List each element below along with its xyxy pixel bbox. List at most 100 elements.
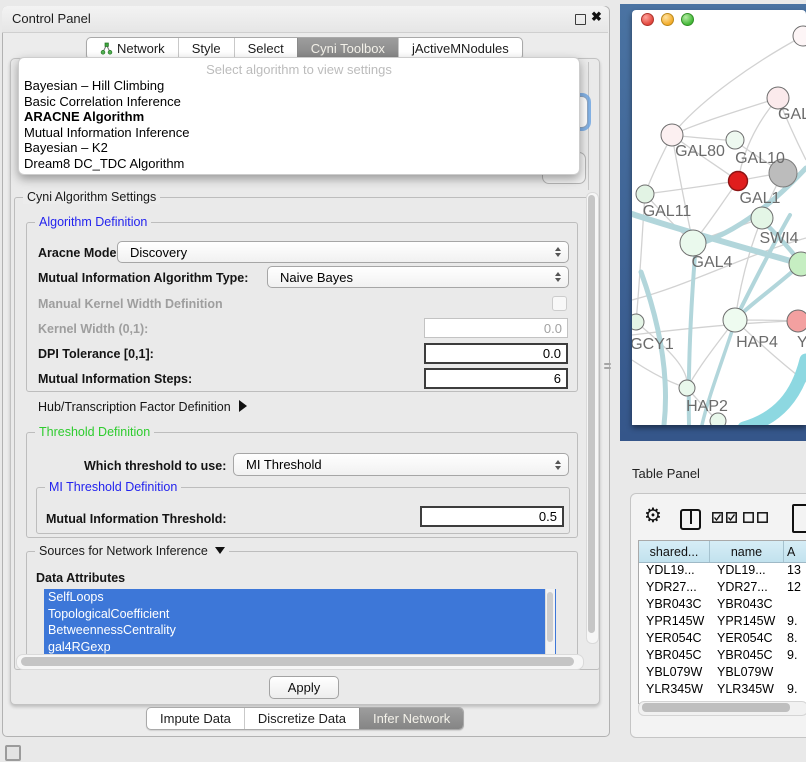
- mi-threshold-field[interactable]: 0.5: [420, 506, 564, 527]
- tab-label: jActiveMNodules: [412, 41, 509, 56]
- sources-group-title[interactable]: Sources for Network Inference: [35, 544, 229, 558]
- table-cell: YDR27...: [639, 580, 710, 597]
- tab-label: Cyni Toolbox: [311, 41, 385, 56]
- network-node: [793, 26, 806, 46]
- mi-type-label: Mutual Information Algorithm Type:: [38, 271, 248, 285]
- network-canvas[interactable]: GAL GAL80 GAL10 GAL1 GAL11 GAL4 SWI4 GCY…: [632, 10, 806, 425]
- deselect-all-columns-icon[interactable]: [743, 512, 768, 523]
- select-all-columns-icon[interactable]: [712, 512, 737, 523]
- table-cell: [784, 665, 806, 682]
- manual-kernel-checkbox[interactable]: [552, 296, 567, 311]
- mi-threshold-label: Mutual Information Threshold:: [46, 512, 227, 526]
- tab-style[interactable]: Style: [178, 38, 234, 59]
- gear-icon[interactable]: ⚙: [644, 505, 662, 527]
- table-cell: YBL079W: [710, 665, 784, 682]
- column-browser-icon[interactable]: [680, 509, 701, 530]
- tab-infer-network[interactable]: Infer Network: [359, 708, 463, 729]
- dpi-tolerance-field[interactable]: 0.0: [424, 343, 568, 364]
- algorithm-definition-title: Algorithm Definition: [35, 215, 151, 229]
- network-node-gal10: [726, 131, 744, 149]
- mi-steps-field[interactable]: 6: [424, 368, 568, 389]
- tab-network[interactable]: Network: [87, 38, 178, 59]
- table-cell: YLR345W: [639, 682, 710, 699]
- algorithm-option[interactable]: ARACNE Algorithm: [19, 109, 579, 125]
- table-cell: 9.: [784, 648, 806, 665]
- table-cell: 8.: [784, 631, 806, 648]
- attribute-list-item[interactable]: SelfLoops: [44, 589, 556, 606]
- table-cell: YPR145W: [710, 614, 784, 631]
- table-row[interactable]: YBL079WYBL079W: [639, 665, 806, 682]
- control-panel-title: Control Panel: [12, 11, 91, 26]
- attribute-list-item[interactable]: gal4RGexp: [44, 639, 556, 656]
- algorithm-dropdown-list: Bayesian – Hill ClimbingBasic Correlatio…: [19, 78, 579, 172]
- table-cell: 9.: [784, 682, 806, 699]
- apply-button[interactable]: Apply: [269, 676, 339, 699]
- node-label: GAL11: [643, 203, 692, 220]
- settings-horizontal-scrollbar-thumb[interactable]: [21, 657, 574, 666]
- table-cell: YER054C: [710, 631, 784, 648]
- table-row[interactable]: YDR27...YDR27...12: [639, 580, 806, 597]
- table-cell: YER054C: [639, 631, 710, 648]
- thick-cyan-edge: [744, 360, 806, 425]
- node-label: HAP2: [686, 398, 728, 415]
- mi-type-combo[interactable]: Naive Bayes: [267, 266, 569, 288]
- tab-discretize-data[interactable]: Discretize Data: [244, 708, 359, 729]
- aracne-mode-combo[interactable]: Discovery: [117, 241, 569, 263]
- table-cell: 12: [784, 580, 806, 597]
- settings-vertical-scrollbar-thumb[interactable]: [588, 195, 595, 633]
- tab-label: Network: [117, 41, 165, 56]
- which-threshold-combo[interactable]: MI Threshold: [233, 453, 569, 476]
- aracne-mode-value: Discovery: [130, 245, 187, 260]
- table-column-header[interactable]: shared...: [639, 541, 710, 562]
- table-column-header[interactable]: name: [710, 541, 784, 562]
- table-row[interactable]: YBR043CYBR043C: [639, 597, 806, 614]
- tab-impute-data[interactable]: Impute Data: [147, 708, 244, 729]
- bottom-tab-bar: Impute DataDiscretize DataInfer Network: [146, 707, 464, 730]
- close-icon[interactable]: ✖: [591, 10, 602, 24]
- kernel-width-label: Kernel Width (0,1):: [38, 322, 148, 336]
- algorithm-option[interactable]: Dream8 DC_TDC Algorithm: [19, 156, 579, 172]
- table-cell: YDR27...: [710, 580, 784, 597]
- node-label: GAL10: [735, 150, 785, 167]
- data-attributes-list[interactable]: SelfLoopsTopologicalCoefficientBetweenne…: [44, 589, 556, 655]
- table-row[interactable]: YBR045CYBR045C9.: [639, 648, 806, 665]
- table-row[interactable]: YLR345WYLR345W9.: [639, 682, 806, 699]
- tab-select[interactable]: Select: [234, 38, 297, 59]
- tab-cyni-toolbox[interactable]: Cyni Toolbox: [297, 38, 398, 59]
- table-cell: YLR345W: [710, 682, 784, 699]
- algorithm-option[interactable]: Bayesian – K2: [19, 140, 579, 156]
- panel-divider-grip[interactable]: [604, 363, 611, 372]
- new-table-icon[interactable]: [792, 504, 806, 533]
- table-body: YDL19...YDL19...13YDR27...YDR27...12YBR0…: [639, 563, 806, 703]
- table-cell: YBR043C: [639, 597, 710, 614]
- table-row[interactable]: YPR145WYPR145W9.: [639, 614, 806, 631]
- algorithm-option[interactable]: Mutual Information Inference: [19, 125, 579, 141]
- algorithm-option[interactable]: Bayesian – Hill Climbing: [19, 78, 579, 94]
- table-horizontal-scrollbar-thumb[interactable]: [642, 703, 790, 712]
- mi-type-value: Naive Bayes: [280, 270, 353, 285]
- attribute-list-item[interactable]: TopologicalCoefficient: [44, 606, 556, 623]
- attributes-scrollbar-thumb[interactable]: [547, 592, 553, 642]
- node-label: Y: [797, 334, 806, 351]
- kernel-width-field[interactable]: 0.0: [424, 318, 568, 338]
- table-column-header[interactable]: A: [784, 541, 806, 562]
- network-node-salmon: [787, 310, 806, 332]
- network-node-selected-red: [729, 172, 748, 191]
- network-node-gcy1: [632, 314, 644, 330]
- network-node-gal4: [680, 230, 706, 256]
- combo-stepper-icon: [555, 460, 568, 470]
- table-row[interactable]: YER054CYER054C8.: [639, 631, 806, 648]
- tab-jactivemnodules[interactable]: jActiveMNodules: [398, 38, 522, 59]
- algorithm-dropdown-popup: Select algorithm to view settings Bayesi…: [18, 57, 580, 175]
- attribute-list-item[interactable]: BetweennessCentrality: [44, 622, 556, 639]
- expander-right-icon: [239, 400, 247, 412]
- float-window-icon[interactable]: [575, 14, 586, 25]
- manual-kernel-label: Manual Kernel Width Definition: [38, 297, 223, 311]
- mi-threshold-group-title: MI Threshold Definition: [45, 480, 181, 494]
- dock-panel-icon[interactable]: [5, 745, 21, 761]
- tab-label: Style: [192, 41, 221, 56]
- combo-stepper-icon: [555, 247, 568, 257]
- hub-definition-expander[interactable]: Hub/Transcription Factor Definition: [38, 400, 247, 414]
- table-row[interactable]: YDL19...YDL19...13: [639, 563, 806, 580]
- algorithm-option[interactable]: Basic Correlation Inference: [19, 94, 579, 110]
